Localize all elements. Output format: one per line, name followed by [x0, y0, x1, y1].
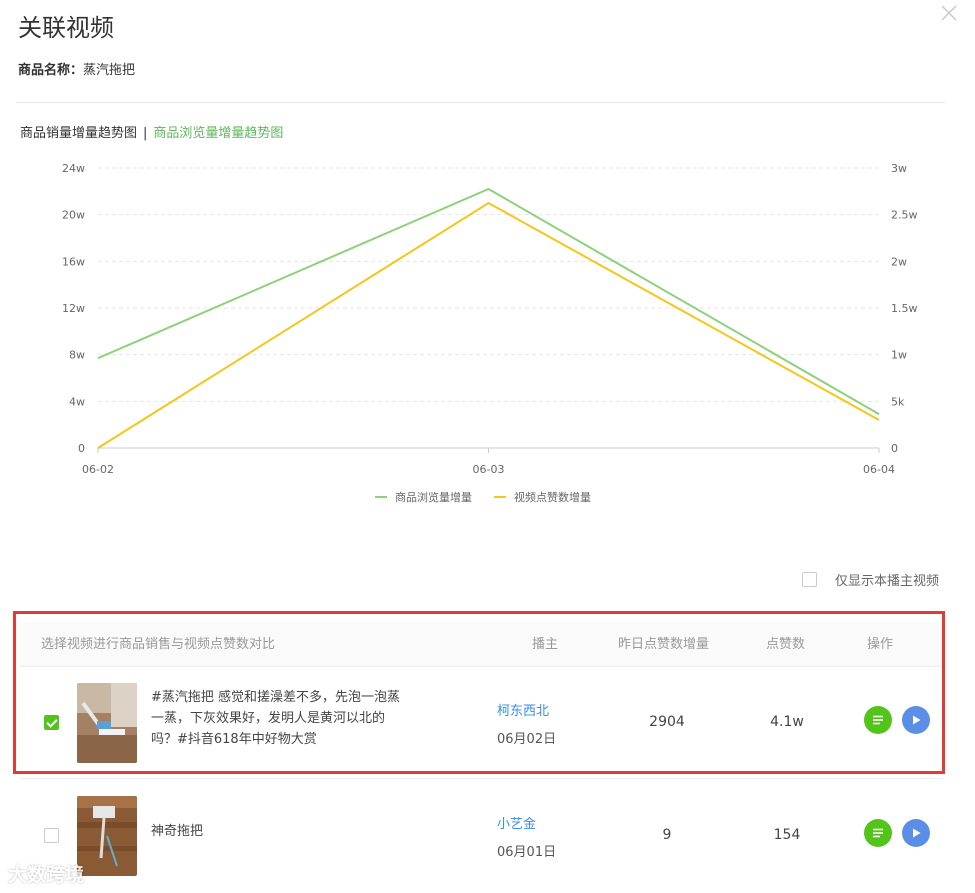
selection-highlight	[13, 611, 945, 774]
left-axis-tick: 4w	[69, 395, 85, 408]
x-axis-tick: 06-03	[473, 463, 505, 476]
chart-tabs: 商品销量增量趋势图 | 商品浏览量增量趋势图	[20, 122, 283, 141]
left-axis-tick: 24w	[62, 162, 85, 175]
likes-delta-value: 9	[662, 827, 672, 843]
row-divider	[20, 778, 942, 779]
product-info: 商品名称：蒸汽拖把	[18, 59, 135, 78]
host-link[interactable]: 小艺金	[497, 813, 536, 832]
divider	[16, 102, 946, 103]
video-description: 神奇拖把	[151, 824, 204, 839]
x-axis-tick: 06-04	[863, 463, 895, 476]
product-label: 商品名称：	[18, 63, 84, 78]
dialog-title: 关联视频	[18, 14, 114, 42]
detail-button[interactable]	[864, 819, 892, 847]
left-axis-tick: 16w	[62, 255, 85, 268]
legend-label: 商品浏览量增量	[395, 490, 472, 504]
tab-sales-trend[interactable]: 商品销量增量趋势图	[20, 126, 137, 141]
series-line-2	[97, 201, 880, 449]
table-row: 神奇拖把 小艺金 06月01日 9 154	[20, 780, 942, 890]
play-button[interactable]	[902, 819, 930, 847]
publish-date: 06月01日	[497, 845, 557, 860]
list-icon	[873, 828, 883, 838]
play-icon	[913, 828, 921, 838]
series-line-1	[97, 187, 880, 416]
only-host-label: 仅显示本播主视频	[835, 574, 940, 589]
left-axis-tick: 12w	[62, 302, 85, 315]
right-axis-tick: 1.5w	[891, 302, 918, 315]
only-host-checkbox[interactable]	[802, 572, 817, 587]
watermark: 大数跨境	[8, 864, 85, 886]
right-axis-tick: 3w	[891, 162, 907, 175]
legend-label: 视频点赞数增量	[514, 490, 591, 504]
video-thumbnail[interactable]	[77, 796, 137, 876]
right-axis-tick: 0	[891, 442, 898, 455]
product-name: 蒸汽拖把	[83, 63, 136, 78]
right-axis-tick: 2w	[891, 255, 907, 268]
tab-separator: |	[143, 126, 148, 141]
trend-chart: 0 0 4w 5k 8w 1w 12w 1.5w 16w 2w 20w 2.5w 24w 3w 06-02 0…	[62, 162, 918, 504]
right-axis-tick: 2.5w	[891, 209, 918, 222]
row-checkbox[interactable]	[44, 828, 59, 843]
left-axis-tick: 20w	[62, 209, 85, 222]
left-axis-tick: 0	[78, 442, 85, 455]
likes-value: 154	[773, 827, 801, 843]
x-axis-tick: 06-02	[82, 463, 114, 476]
close-icon[interactable]	[938, 2, 960, 24]
right-axis-tick: 5k	[891, 395, 905, 408]
left-axis-tick: 8w	[69, 349, 85, 362]
right-axis-tick: 1w	[891, 349, 907, 362]
tab-views-trend[interactable]: 商品浏览量增量趋势图	[153, 126, 283, 141]
only-host-filter[interactable]: 仅显示本播主视频	[802, 570, 939, 589]
